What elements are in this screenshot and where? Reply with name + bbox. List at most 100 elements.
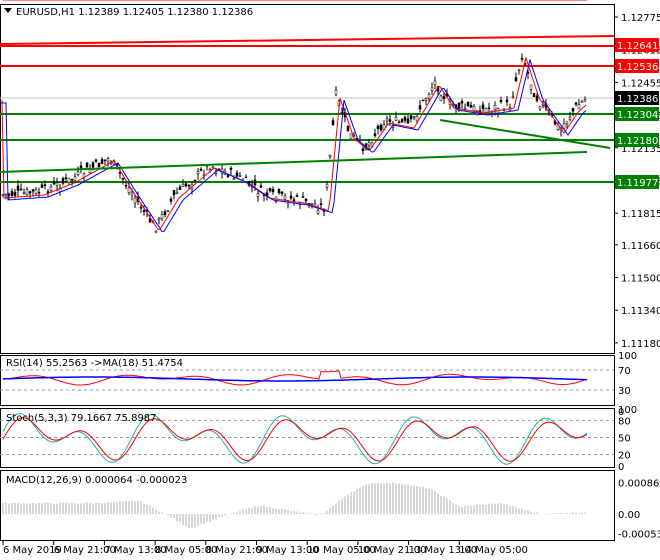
- candle-body: [328, 154, 332, 157]
- candle-body: [442, 96, 446, 99]
- resistance-line-1: [0, 35, 615, 45]
- candle-body: [142, 210, 146, 212]
- candle-body: [199, 168, 203, 171]
- price-level-label: 1.12180: [617, 136, 658, 147]
- candle-body: [52, 181, 56, 185]
- candle-body: [97, 163, 101, 168]
- candle-body: [439, 95, 443, 102]
- candle-body: [358, 138, 362, 141]
- candle-body: [49, 186, 53, 191]
- macd-axis-label: -0.000536: [618, 529, 660, 540]
- candle-body: [193, 179, 197, 182]
- price-level-label: 1.12304: [617, 110, 658, 121]
- candle-body: [259, 185, 263, 188]
- chart-canvas[interactable]: EURUSD,H1 1.12389 1.12405 1.12380 1.1238…: [0, 0, 660, 560]
- candle-body: [100, 159, 104, 164]
- price-level-label: 1.11977: [617, 178, 658, 189]
- candle-body: [517, 69, 521, 71]
- candle-body: [37, 191, 41, 194]
- candle-body: [424, 98, 428, 101]
- candle-body: [409, 115, 413, 120]
- candle-body: [175, 192, 179, 195]
- price-axis-label: 1.11815: [621, 209, 660, 220]
- dropdown-triangle-icon[interactable]: [4, 8, 12, 13]
- candle-body: [484, 108, 488, 113]
- candle-body: [4, 193, 8, 196]
- candle-body: [232, 178, 236, 180]
- candle-body: [73, 176, 77, 181]
- candle-body: [253, 179, 257, 186]
- candle-body: [334, 89, 338, 96]
- candle-body: [94, 159, 98, 162]
- candle-body: [325, 183, 329, 188]
- candle-body: [235, 172, 239, 177]
- candle-body: [169, 198, 173, 202]
- candle-body: [157, 217, 161, 221]
- candle-body: [22, 192, 26, 194]
- candle-body: [187, 184, 191, 187]
- moving-average-red: [0, 56, 587, 231]
- candle-body: [529, 84, 533, 90]
- candle-body: [412, 116, 416, 118]
- candle-body: [106, 158, 110, 162]
- chart-title: EURUSD,H1 1.12389 1.12405 1.12380 1.1238…: [16, 7, 253, 18]
- candle-body: [346, 125, 350, 132]
- candle-body: [85, 162, 89, 168]
- price-axis-label: 1.11180: [621, 339, 660, 350]
- candle-body: [316, 210, 320, 214]
- price-level-label: 1.12641: [617, 41, 658, 52]
- stoch-axis-label: 100: [618, 405, 637, 416]
- price-level-label: 1.12386: [617, 94, 658, 105]
- candle-body: [127, 187, 131, 193]
- stoch-axis-label: 20: [618, 451, 631, 462]
- candle-body: [538, 106, 542, 110]
- candle-body: [430, 87, 434, 91]
- candle-body: [34, 189, 38, 194]
- candle-body: [493, 105, 497, 110]
- candle-body: [55, 182, 59, 186]
- candle-body: [121, 178, 125, 180]
- candle-body: [124, 184, 128, 187]
- candle-body: [388, 119, 392, 122]
- candle-body: [301, 196, 305, 198]
- candle-body: [226, 174, 230, 177]
- candle-body: [139, 206, 143, 209]
- candle-body: [427, 94, 431, 99]
- candle-body: [421, 99, 425, 102]
- candle-body: [418, 105, 422, 110]
- channel-line: [439, 119, 611, 149]
- candle-body: [577, 104, 581, 110]
- candle-body: [271, 189, 275, 192]
- chart-window[interactable]: EURUSD,H1 1.12389 1.12405 1.12380 1.1238…: [0, 0, 660, 560]
- candle-body: [499, 99, 503, 102]
- candle-body: [373, 133, 377, 136]
- candle-body: [67, 177, 71, 183]
- time-axis-label: 14 May 05:00: [459, 545, 528, 556]
- candle-body: [295, 195, 299, 197]
- candle-body: [472, 106, 476, 111]
- candle-body: [256, 193, 260, 197]
- candle-body: [400, 119, 404, 123]
- candle-body: [367, 142, 371, 146]
- candle-body: [469, 104, 473, 108]
- candle-body: [154, 230, 158, 233]
- candle-body: [376, 125, 380, 129]
- candle-body: [184, 183, 188, 187]
- candle-body: [292, 199, 296, 201]
- candle-body: [457, 102, 461, 109]
- candle-body: [379, 124, 383, 131]
- candle-body: [415, 116, 419, 122]
- candle-body: [568, 116, 572, 120]
- candle-body: [466, 101, 470, 107]
- candle-body: [133, 197, 137, 204]
- stoch-axis-label: 0: [618, 462, 624, 473]
- candle-body: [172, 189, 176, 196]
- candle-body: [571, 108, 575, 112]
- price-axis-label: 1.11500: [621, 273, 660, 284]
- candle-body: [532, 93, 536, 97]
- candle-body: [91, 162, 95, 168]
- candle-body: [583, 99, 587, 102]
- candle-body: [10, 191, 14, 196]
- candle-body: [574, 102, 578, 105]
- macd-axis-label: 0.00: [618, 510, 640, 521]
